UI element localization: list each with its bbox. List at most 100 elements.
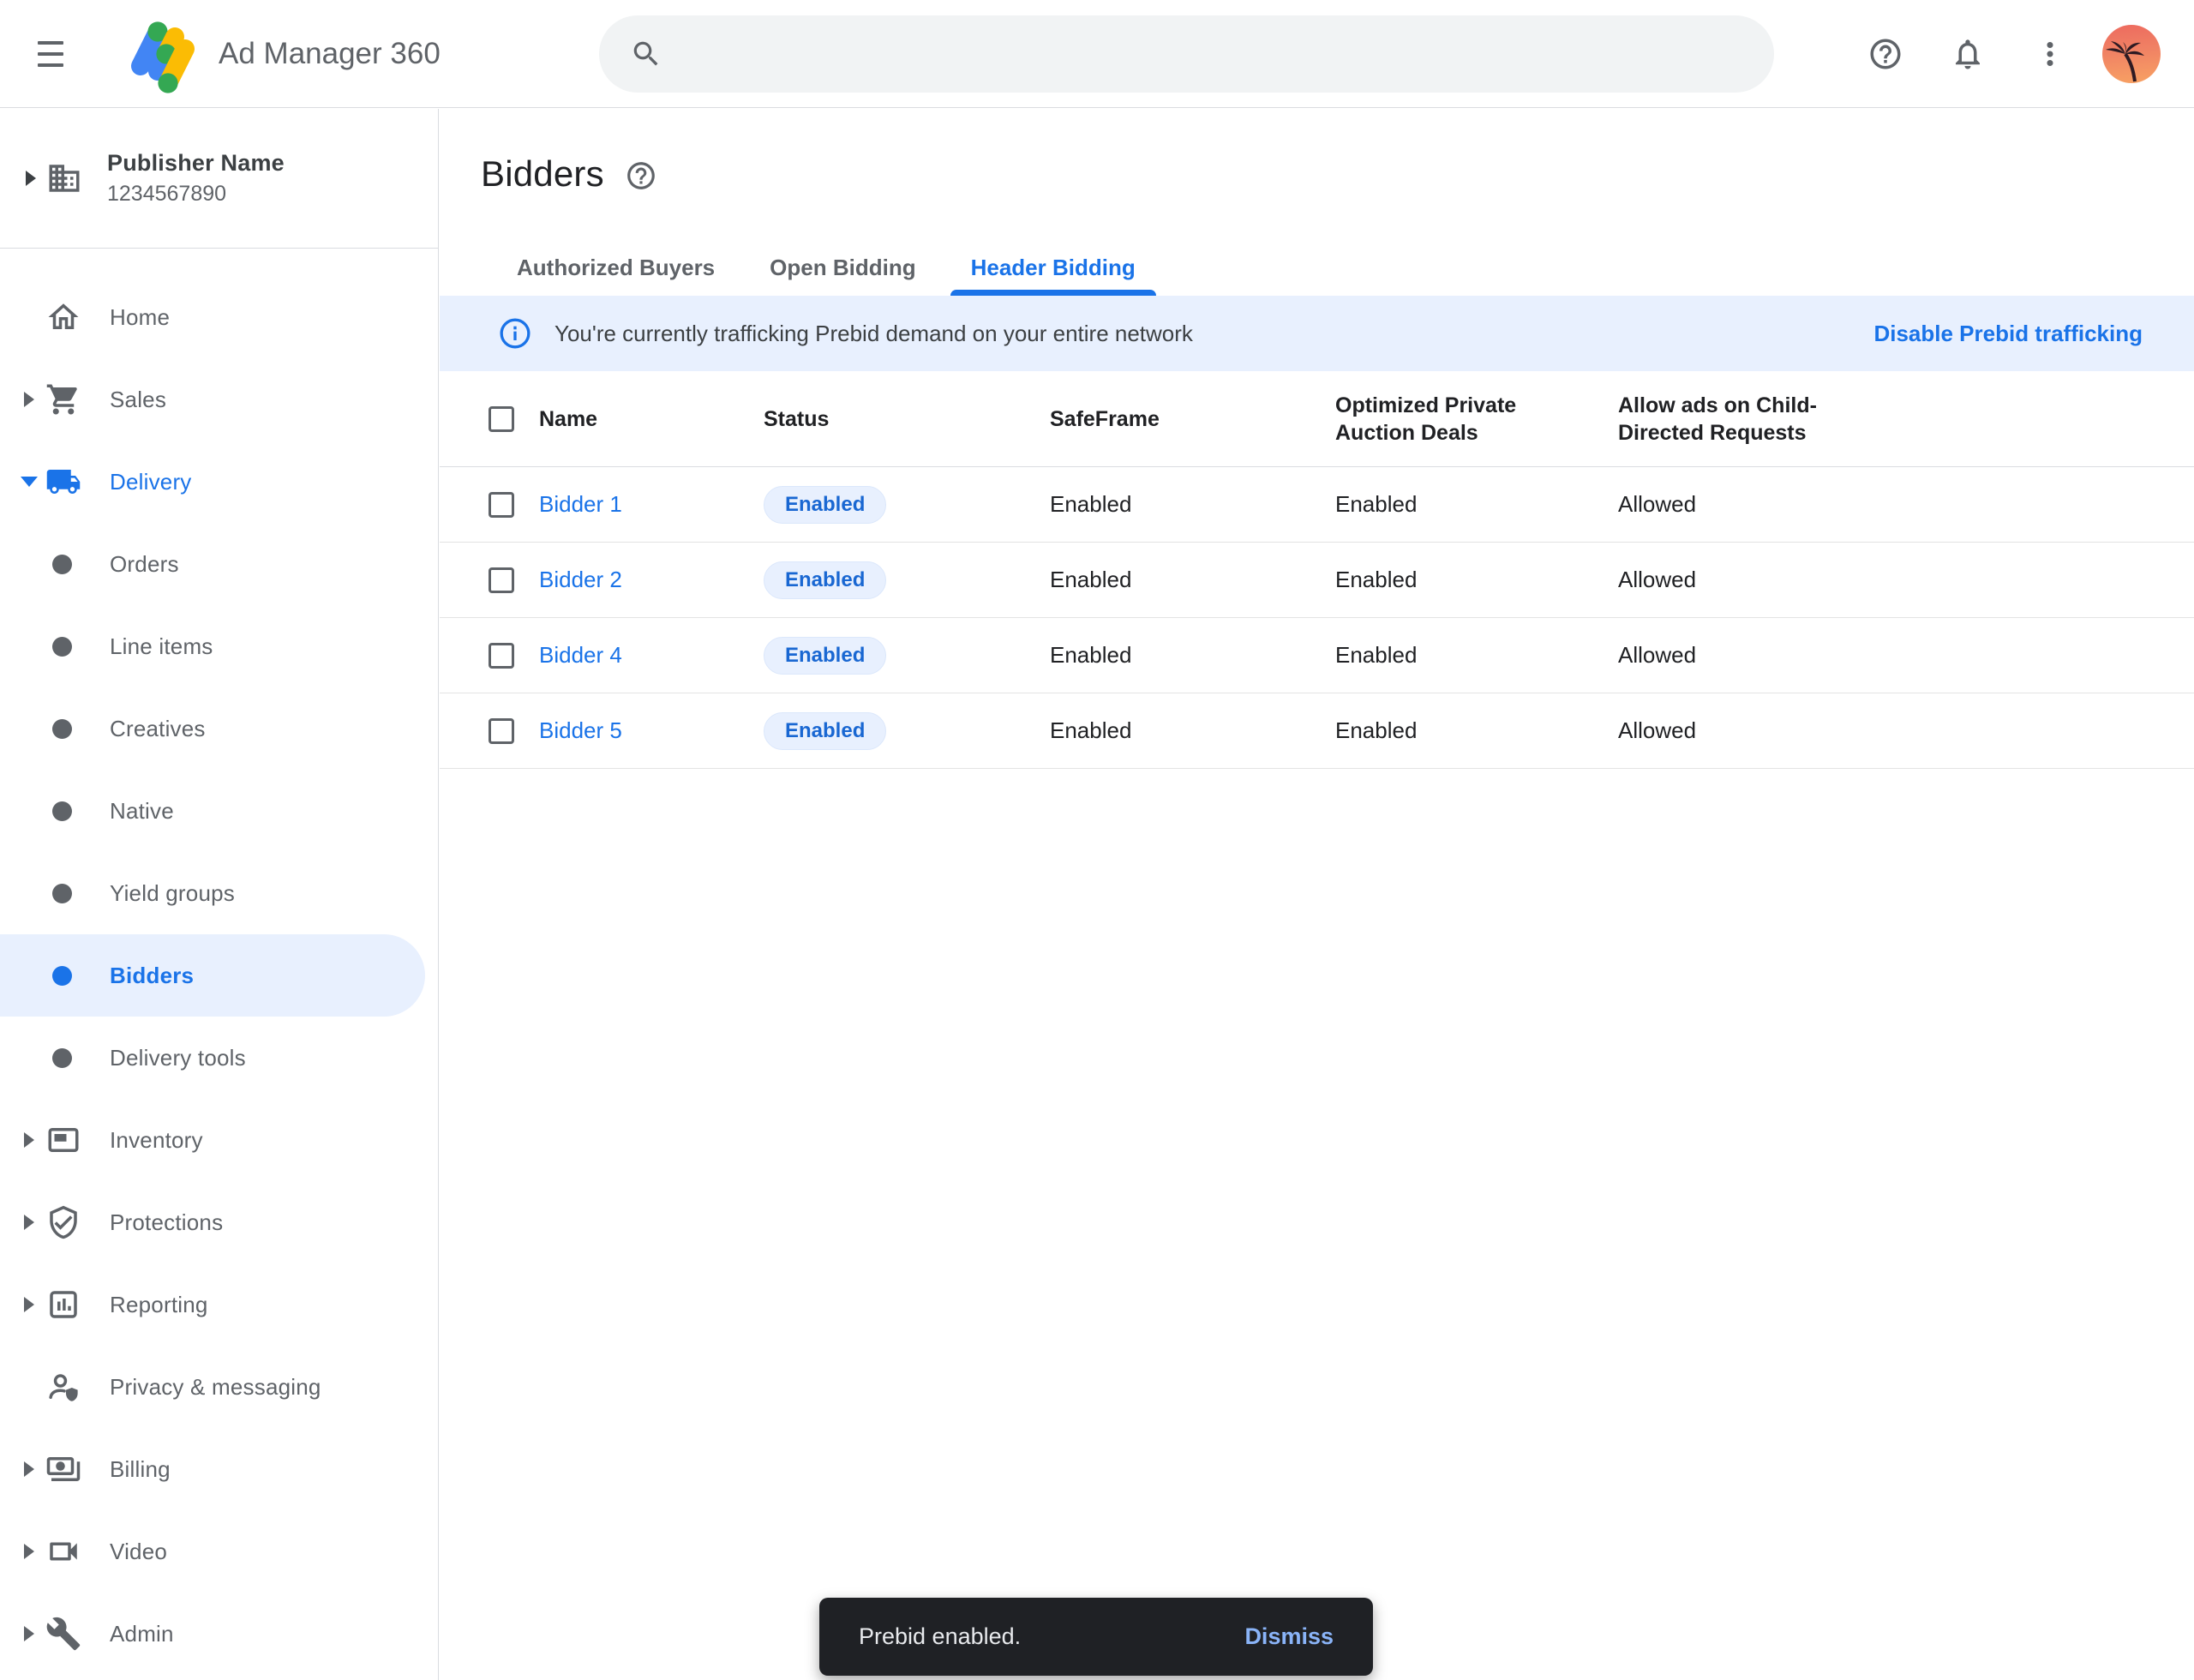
row-checkbox[interactable]: [489, 567, 514, 593]
expand-icon: [24, 1132, 34, 1148]
sidebar-item-line-items[interactable]: Line items: [0, 605, 438, 687]
sidebar-item-yield-groups[interactable]: Yield groups: [0, 852, 438, 934]
banner-message: You're currently trafficking Prebid dema…: [554, 321, 1193, 347]
sidebar-item-inventory[interactable]: Inventory: [0, 1099, 438, 1181]
sidebar-item-reporting[interactable]: Reporting: [0, 1263, 438, 1346]
snackbar-dismiss-button[interactable]: Dismiss: [1244, 1623, 1334, 1650]
tab-header-bidding[interactable]: Header Bidding: [950, 243, 1156, 296]
disable-prebid-trafficking-link[interactable]: Disable Prebid trafficking: [1873, 321, 2143, 347]
expand-icon: [24, 1626, 34, 1641]
top-app-bar: Ad Manager 360: [0, 0, 2194, 108]
bidder-link[interactable]: Bidder 4: [539, 642, 622, 668]
search-icon: [630, 38, 662, 70]
sidebar-item-bidders[interactable]: Bidders: [0, 934, 425, 1017]
tab-open-bidding[interactable]: Open Bidding: [749, 243, 936, 296]
page-help-button[interactable]: [625, 159, 657, 192]
help-icon: [1867, 36, 1903, 72]
safeframe-value: Enabled: [1050, 491, 1335, 518]
column-header-opa-deals: Optimized Private Auction Deals: [1335, 392, 1528, 447]
row-checkbox[interactable]: [489, 643, 514, 669]
privacy-icon: [45, 1369, 81, 1405]
sidebar-item-delivery[interactable]: Delivery: [0, 441, 438, 523]
reporting-icon: [45, 1287, 81, 1323]
bidder-link[interactable]: Bidder 2: [539, 567, 622, 592]
publisher-selector[interactable]: Publisher Name 1234567890: [0, 109, 438, 249]
child-directed-value: Allowed: [1618, 717, 2194, 744]
opa-deals-value: Enabled: [1335, 567, 1618, 593]
table-row: Bidder 1 Enabled Enabled Enabled Allowed: [440, 467, 2194, 543]
notifications-icon: [1950, 36, 1986, 72]
sidebar-item-video[interactable]: Video: [0, 1510, 438, 1593]
expand-icon: [24, 392, 34, 407]
sidebar-nav: Home Sales Delivery Orders Line items Cr…: [0, 249, 438, 1675]
app-title: Ad Manager 360: [219, 0, 441, 108]
expand-icon: [24, 1461, 34, 1477]
sidebar-item-sales[interactable]: Sales: [0, 358, 438, 441]
status-badge: Enabled: [764, 637, 886, 675]
snackbar: Prebid enabled. Dismiss: [819, 1598, 1373, 1676]
safeframe-value: Enabled: [1050, 717, 1335, 744]
table-row: Bidder 4 Enabled Enabled Enabled Allowed: [440, 618, 2194, 693]
tab-bar: Authorized Buyers Open Bidding Header Bi…: [496, 243, 2194, 296]
tab-authorized-buyers[interactable]: Authorized Buyers: [496, 243, 735, 296]
expand-icon: [24, 1544, 34, 1559]
column-header-name: Name: [539, 405, 764, 433]
bullet-icon: [52, 719, 72, 739]
overflow-icon: [2032, 36, 2068, 72]
account-avatar[interactable]: [2102, 25, 2161, 83]
child-directed-value: Allowed: [1618, 642, 2194, 669]
publisher-icon: [46, 160, 82, 196]
collapse-icon: [21, 477, 38, 487]
bullet-icon: [52, 884, 72, 903]
opa-deals-value: Enabled: [1335, 491, 1618, 518]
ad-manager-logo-icon[interactable]: [122, 13, 204, 95]
expand-icon: [24, 1297, 34, 1312]
status-badge: Enabled: [764, 486, 886, 524]
publisher-name: Publisher Name: [107, 150, 285, 177]
main-content: Bidders Authorized Buyers Open Bidding H…: [440, 109, 2194, 1680]
bullet-icon: [52, 966, 72, 986]
sidebar-item-admin[interactable]: Admin: [0, 1593, 438, 1675]
sidebar-item-billing[interactable]: Billing: [0, 1428, 438, 1510]
sidebar-item-privacy-messaging[interactable]: Privacy & messaging: [0, 1346, 438, 1428]
row-checkbox[interactable]: [489, 492, 514, 518]
child-directed-value: Allowed: [1618, 567, 2194, 593]
bidder-link[interactable]: Bidder 1: [539, 491, 622, 517]
bullet-icon: [52, 555, 72, 574]
menu-icon: [38, 41, 63, 45]
palm-tree-image: [2102, 25, 2161, 83]
notifications-button[interactable]: [1947, 33, 1988, 75]
sidebar: Publisher Name 1234567890 Home Sales Del…: [0, 109, 439, 1680]
publisher-id: 1234567890: [107, 182, 285, 207]
menu-button[interactable]: [34, 33, 75, 75]
status-badge: Enabled: [764, 561, 886, 599]
column-header-safeframe: SafeFrame: [1050, 405, 1335, 433]
sidebar-item-delivery-tools[interactable]: Delivery tools: [0, 1017, 438, 1099]
opa-deals-value: Enabled: [1335, 717, 1618, 744]
bidder-link[interactable]: Bidder 5: [539, 717, 622, 743]
bullet-icon: [52, 801, 72, 821]
overflow-menu-button[interactable]: [2029, 33, 2071, 75]
bullet-icon: [52, 1048, 72, 1068]
safeframe-value: Enabled: [1050, 567, 1335, 593]
snackbar-message: Prebid enabled.: [859, 1623, 1021, 1650]
expand-icon: [24, 1215, 34, 1230]
sidebar-item-creatives[interactable]: Creatives: [0, 687, 438, 770]
sidebar-item-home[interactable]: Home: [0, 276, 438, 358]
page-title: Bidders: [481, 153, 604, 195]
sidebar-item-protections[interactable]: Protections: [0, 1181, 438, 1263]
search-input[interactable]: [681, 40, 1750, 68]
expand-publisher-icon: [26, 171, 36, 186]
sidebar-item-orders[interactable]: Orders: [0, 523, 438, 605]
select-all-checkbox[interactable]: [489, 406, 514, 432]
billing-icon: [45, 1451, 81, 1487]
video-icon: [45, 1533, 81, 1569]
home-icon: [45, 299, 81, 335]
row-checkbox[interactable]: [489, 718, 514, 744]
admin-icon: [45, 1616, 81, 1652]
help-button[interactable]: [1865, 33, 1906, 75]
safeframe-value: Enabled: [1050, 642, 1335, 669]
sidebar-item-native[interactable]: Native: [0, 770, 438, 852]
global-search[interactable]: [599, 15, 1774, 93]
info-icon: [498, 316, 532, 351]
